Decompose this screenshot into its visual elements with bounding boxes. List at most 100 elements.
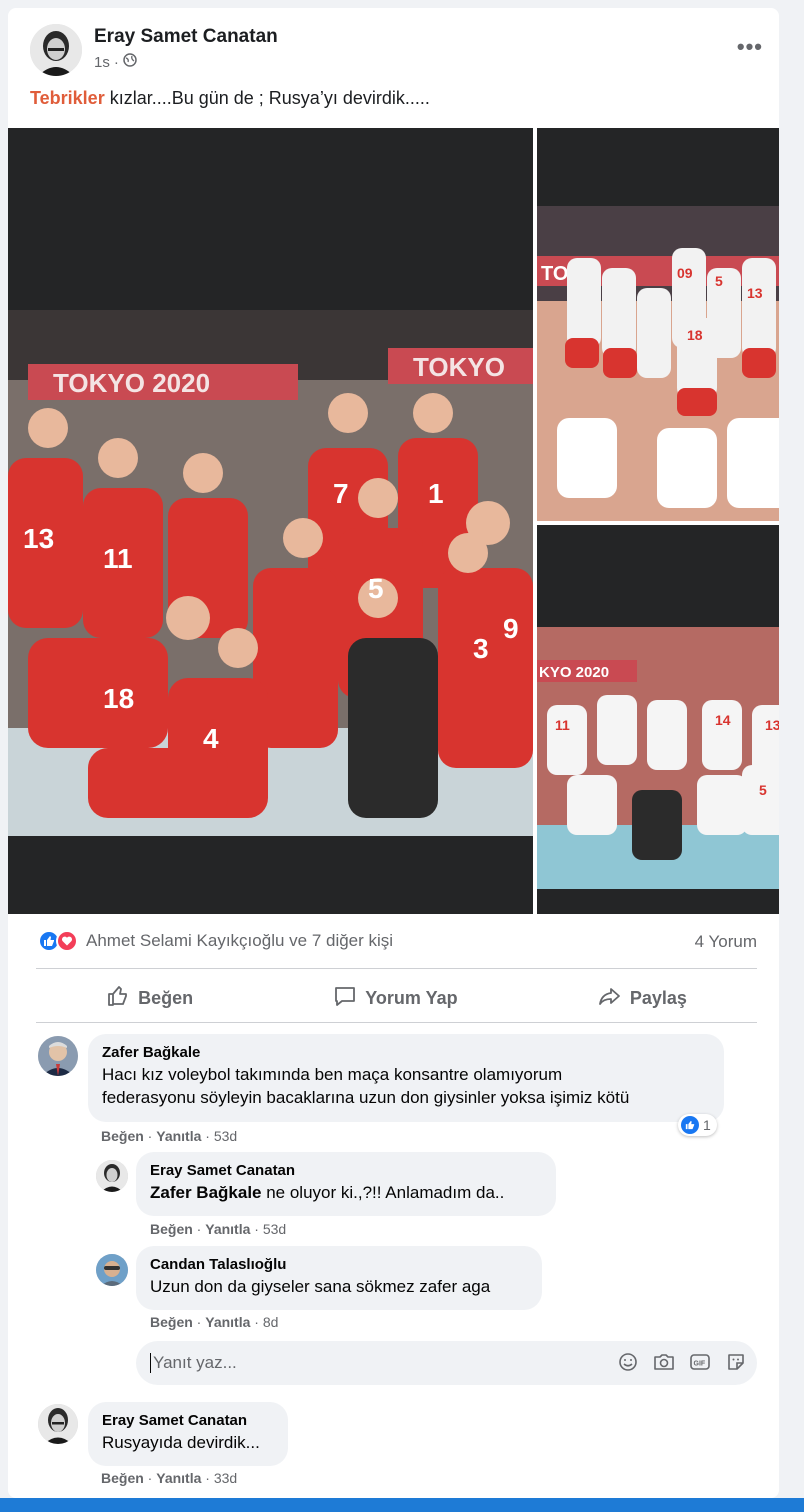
share-arrow-icon [598, 984, 622, 1013]
share-button-label: Paylaş [629, 987, 687, 1008]
thumbs-up-icon [106, 984, 130, 1013]
comment-text-line: Hacı kız voleybol takımında ben maça kon… [102, 1065, 563, 1084]
commenter-name[interactable]: Zafer Bağkale [102, 1044, 710, 1061]
emoji-icon[interactable] [617, 1351, 639, 1373]
comment-bubble: Eray Samet Canatan Rusyayıda devirdik... [88, 1402, 288, 1466]
comment-button-label: Yorum Yap [365, 987, 458, 1008]
post-photo-top-right[interactable]: TO 09 5 13 18 [537, 128, 779, 521]
jersey-number: 13 [747, 285, 763, 301]
comment-actions: Beğen · Yanıtla · 8d [150, 1314, 278, 1330]
main-banner-right-text: TOKYO [413, 352, 505, 382]
jersey-number: 5 [759, 782, 767, 798]
reaction-summary-text[interactable]: Ahmet Selami Kayıkçıoğlu ve 7 diğer kişi [86, 931, 393, 951]
post-photo-main[interactable]: TOKYO 2020 TOKYO 13 11 7 1 18 4 5 3 9 [8, 128, 533, 914]
comment-actions: Beğen · Yanıtla · 33d [101, 1470, 237, 1486]
comment-like-count: 1 [703, 1117, 711, 1133]
commenter-name[interactable]: Candan Talaslıoğlu [150, 1256, 528, 1273]
post-meta: 1s · [94, 53, 137, 71]
commenter-name[interactable]: Eray Samet Canatan [150, 1162, 542, 1179]
commenter-avatar[interactable] [38, 1404, 78, 1444]
post-time[interactable]: 1s [94, 54, 110, 71]
like-button[interactable]: Beğen [106, 984, 193, 1013]
commenter-name[interactable]: Eray Samet Canatan [102, 1412, 274, 1429]
comment-reply-link[interactable]: Yanıtla [156, 1128, 201, 1144]
jersey-number: 11 [103, 543, 133, 574]
share-button[interactable]: Paylaş [598, 984, 687, 1013]
post-photo-bottom-right[interactable]: KYO 2020 11 14 13 5 [537, 525, 779, 914]
gif-icon[interactable]: GIF [689, 1351, 711, 1373]
comment-time[interactable]: 53d [214, 1128, 237, 1144]
post-text-highlight[interactable]: Tebrikler [30, 88, 105, 108]
jersey-number: 11 [555, 717, 570, 733]
comment-text-body: ne oluyor ki.,?!! Anlamadım da.. [261, 1183, 505, 1202]
action-separator: · [250, 1314, 263, 1330]
jersey-number: 18 [103, 683, 134, 714]
comment-text: Zafer Bağkale ne oluyor ki.,?!! Anlamadı… [150, 1182, 542, 1205]
comment-reply-link[interactable]: Yanıtla [156, 1470, 201, 1486]
post-card: Eray Samet Canatan 1s · ••• Tebrikler kı… [8, 8, 779, 1498]
divider [36, 1022, 757, 1023]
comment-like-link[interactable]: Beğen [101, 1128, 144, 1144]
comment-text: Rusyayıda devirdik... [102, 1433, 260, 1452]
reply-bubble: Candan Talaslıoğlu Uzun don da giyseler … [136, 1246, 542, 1310]
comment-text: Hacı kız voleybol takımında ben maça kon… [102, 1064, 710, 1110]
comment-text-line: federasyonu söyleyin bacaklarına uzun do… [102, 1087, 630, 1107]
os-taskbar [0, 1498, 804, 1512]
meta-separator: · [113, 53, 119, 71]
comment-reply-link[interactable]: Yanıtla [205, 1314, 250, 1330]
comment-reply-link[interactable]: Yanıtla [205, 1221, 250, 1237]
love-reaction-icon [56, 930, 78, 952]
comment-time[interactable]: 53d [263, 1221, 286, 1237]
comment-like-badge[interactable]: 1 [678, 1114, 717, 1136]
comment-like-link[interactable]: Beğen [150, 1221, 193, 1237]
commenter-avatar[interactable] [38, 1036, 78, 1076]
author-avatar[interactable] [30, 24, 82, 76]
comment-count[interactable]: 4 Yorum [695, 932, 757, 952]
svg-text:GIF: GIF [694, 1361, 706, 1368]
mention-link[interactable]: Zafer Bağkale [150, 1183, 262, 1202]
comment-like-link[interactable]: Beğen [101, 1470, 144, 1486]
jersey-number: 3 [473, 633, 489, 664]
jersey-number: 13 [765, 717, 779, 733]
commenter-avatar[interactable] [96, 1160, 128, 1192]
action-separator: · [201, 1470, 214, 1486]
action-separator: · [143, 1470, 157, 1486]
post-text-body: kızlar....Bu gün de ; Rusya’yı devirdik.… [104, 88, 430, 108]
jersey-number: 1 [428, 478, 444, 509]
comment-button[interactable]: Yorum Yap [333, 984, 458, 1013]
jersey-number: 09 [677, 265, 693, 281]
jersey-number: 9 [503, 613, 519, 644]
reply-bubble: Eray Samet Canatan Zafer Bağkale ne oluy… [136, 1152, 556, 1216]
author-name[interactable]: Eray Samet Canatan [94, 26, 278, 48]
like-reaction-icon [681, 1116, 699, 1134]
divider [36, 968, 757, 969]
action-separator: · [250, 1221, 263, 1237]
jersey-number: 5 [715, 273, 723, 289]
like-button-label: Beğen [138, 987, 194, 1008]
post-text: Tebrikler kızlar....Bu gün de ; Rusya’yı… [30, 88, 430, 109]
more-options-button[interactable]: ••• [737, 34, 763, 60]
action-separator: · [201, 1128, 214, 1144]
camera-icon[interactable] [653, 1351, 675, 1373]
commenter-avatar[interactable] [96, 1254, 128, 1286]
jersey-number: 5 [368, 573, 384, 604]
globe-icon[interactable] [123, 53, 137, 71]
comment-time[interactable]: 33d [214, 1470, 237, 1486]
comment-bubble: Zafer Bağkale Hacı kız voleybol takımınd… [88, 1034, 724, 1122]
jersey-number: 14 [715, 712, 731, 728]
comment-actions: Beğen · Yanıtla · 53d [150, 1221, 286, 1237]
action-separator: · [192, 1314, 206, 1330]
reply-input[interactable]: Yanıt yaz... [150, 1353, 237, 1373]
comment-text: Uzun don da giyseler sana sökmez zafer a… [150, 1277, 491, 1296]
jersey-number: 13 [23, 523, 54, 554]
reply-input-box[interactable]: Yanıt yaz... GIF [136, 1341, 757, 1385]
jersey-number: 4 [203, 723, 219, 754]
action-separator: · [143, 1128, 157, 1144]
jersey-number: 18 [687, 327, 703, 343]
comment-time[interactable]: 8d [263, 1314, 279, 1330]
post-actions: Beğen Yorum Yap Paylaş [36, 974, 757, 1022]
action-separator: · [192, 1221, 206, 1237]
reaction-summary[interactable]: Ahmet Selami Kayıkçıoğlu ve 7 diğer kişi [38, 930, 393, 952]
sticker-icon[interactable] [725, 1351, 747, 1373]
comment-like-link[interactable]: Beğen [150, 1314, 193, 1330]
